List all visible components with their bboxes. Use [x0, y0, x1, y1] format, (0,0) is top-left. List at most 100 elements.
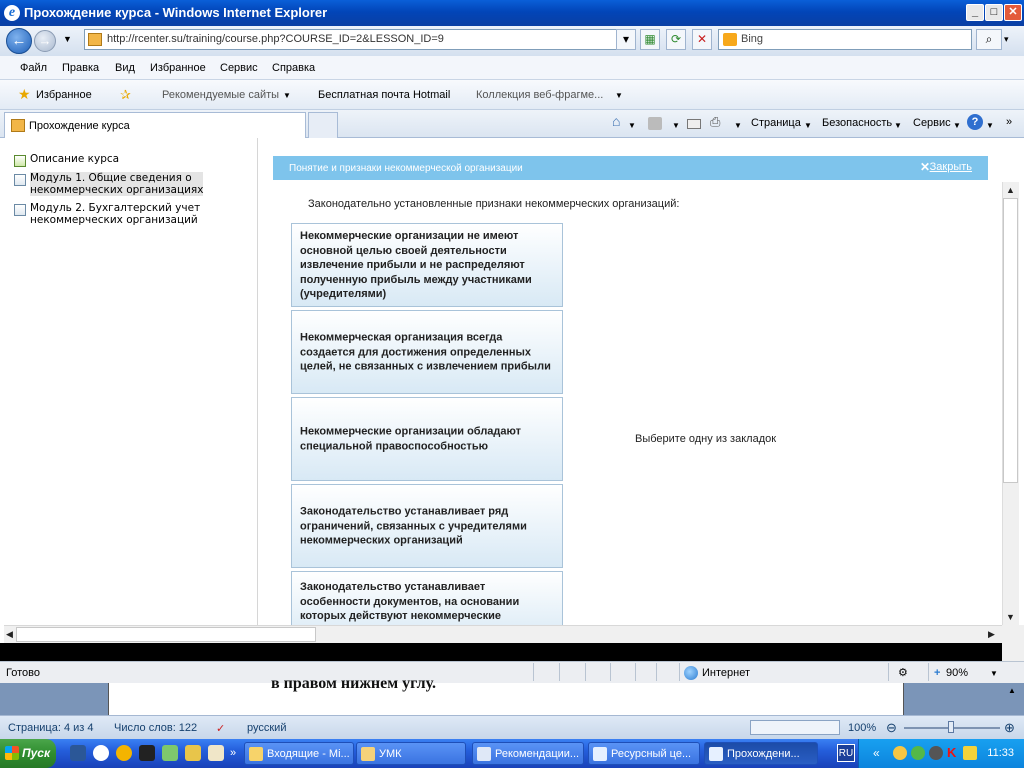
word-scroll-up-icon[interactable]: ▲: [1008, 686, 1016, 695]
address-bar[interactable]: http://rcenter.su/training/course.php?CO…: [84, 29, 634, 50]
search-field[interactable]: Bing: [718, 29, 972, 50]
menu-file[interactable]: Файл: [20, 62, 47, 74]
tray-app-icon[interactable]: [893, 746, 907, 760]
tab-course[interactable]: Прохождение курса: [4, 112, 306, 138]
menu-tools[interactable]: Сервис: [220, 62, 258, 74]
zoom-out-icon[interactable]: ⊖: [886, 720, 897, 736]
new-tab-button[interactable]: [308, 112, 338, 138]
word-page-count[interactable]: Страница: 4 из 4: [8, 722, 94, 734]
word-page: в правом нижнем углу.: [108, 675, 904, 715]
search-options-icon[interactable]: ▾: [1004, 34, 1009, 45]
tray-antivirus-icon[interactable]: K: [947, 745, 956, 760]
proofing-icon[interactable]: ✓: [216, 722, 225, 735]
word-count[interactable]: Число слов: 122: [114, 722, 197, 734]
quicklaunch-word-icon[interactable]: [70, 745, 86, 761]
horizontal-scroll-thumb[interactable]: [16, 627, 316, 642]
card-feature-2[interactable]: Некоммерческая организация всегда создае…: [291, 310, 563, 394]
word-language[interactable]: русский: [247, 722, 286, 734]
safety-dropdown-icon[interactable]: ▼: [894, 121, 902, 130]
tray-security-icon[interactable]: [911, 746, 925, 760]
close-lesson-link[interactable]: Закрыть: [930, 161, 972, 173]
mail-icon[interactable]: [687, 119, 701, 129]
protected-mode-icon[interactable]: ⚙: [898, 666, 908, 679]
card-feature-4[interactable]: Законодательство устанавливает ряд огран…: [291, 484, 563, 568]
close-window-button[interactable]: ✕: [1004, 4, 1022, 21]
add-favorite-icon[interactable]: ✰: [120, 87, 131, 103]
command-tools[interactable]: Сервис: [913, 117, 951, 129]
stop-icon[interactable]: ✕: [692, 29, 712, 50]
favorites-item-suggested[interactable]: Рекомендуемые сайты: [162, 89, 279, 101]
menu-favorites[interactable]: Избранное: [150, 62, 206, 74]
print-dropdown-icon[interactable]: ▼: [734, 121, 742, 130]
quicklaunch-ie-icon[interactable]: [93, 745, 109, 761]
zoom-dropdown-icon[interactable]: ▼: [990, 669, 998, 678]
task-word-doc[interactable]: Рекомендации...: [472, 742, 584, 765]
scroll-right-icon[interactable]: ▶: [988, 629, 995, 640]
security-zone: Интернет: [702, 667, 750, 679]
maximize-button[interactable]: □: [985, 4, 1003, 21]
menu-view[interactable]: Вид: [115, 62, 135, 74]
home-dropdown-icon[interactable]: ▼: [628, 121, 636, 130]
horizontal-scrollbar[interactable]: ◀ ▶: [4, 625, 1002, 643]
forward-button[interactable]: →: [34, 30, 56, 52]
recent-pages-icon[interactable]: ▼: [63, 34, 72, 44]
card-feature-1[interactable]: Некоммерческие организации не имеют осно…: [291, 223, 563, 307]
quicklaunch-desktop-icon[interactable]: [139, 745, 155, 761]
word-zoom-level[interactable]: 100%: [848, 722, 876, 734]
address-dropdown-icon[interactable]: ▾: [616, 29, 636, 50]
webslice-dropdown-icon[interactable]: ▼: [615, 91, 623, 100]
command-safety[interactable]: Безопасность: [822, 117, 892, 129]
start-button[interactable]: Пуск: [0, 739, 56, 768]
zoom-slider-thumb[interactable]: [948, 721, 954, 733]
quicklaunch-users-icon[interactable]: [185, 745, 201, 761]
zoom-icon[interactable]: +: [934, 667, 940, 679]
minimize-button[interactable]: _: [966, 4, 984, 21]
view-buttons[interactable]: [750, 720, 840, 735]
card-feature-3[interactable]: Некоммерческие организации обладают спец…: [291, 397, 563, 481]
close-icon[interactable]: ✕: [920, 160, 930, 174]
feeds-icon[interactable]: [648, 117, 662, 130]
quicklaunch-app-icon[interactable]: [162, 745, 178, 761]
task-folder[interactable]: УМК: [356, 742, 466, 765]
suggested-dropdown-icon[interactable]: ▼: [283, 91, 291, 100]
language-indicator[interactable]: RU: [837, 744, 855, 762]
tray-sync-icon[interactable]: [929, 746, 943, 760]
internet-zone-icon: [684, 666, 698, 680]
scroll-up-icon[interactable]: ▲: [1006, 185, 1015, 195]
command-page[interactable]: Страница: [751, 117, 801, 129]
toolbar-overflow-icon[interactable]: »: [1006, 116, 1012, 128]
tray-clock[interactable]: 11:33: [987, 747, 1014, 759]
folder-icon: [361, 747, 375, 761]
scroll-down-icon[interactable]: ▼: [1006, 612, 1015, 622]
quicklaunch-chrome-icon[interactable]: [116, 745, 132, 761]
favorites-item-hotmail[interactable]: Бесплатная почта Hotmail: [318, 89, 450, 101]
menu-help[interactable]: Справка: [272, 62, 315, 74]
task-course-active[interactable]: Прохождени...: [704, 742, 818, 765]
help-icon[interactable]: ?: [967, 114, 983, 130]
zoom-in-icon[interactable]: ⊕: [1004, 720, 1015, 736]
search-icon[interactable]: ⌕: [976, 29, 1002, 50]
tray-expand-icon[interactable]: «: [873, 746, 880, 760]
compatibility-icon[interactable]: ▦: [640, 29, 660, 50]
back-button[interactable]: ←: [6, 28, 32, 54]
refresh-icon[interactable]: ⟳: [666, 29, 686, 50]
ie-task-icon: [593, 747, 607, 761]
tray-network-icon[interactable]: [963, 746, 977, 760]
help-dropdown-icon[interactable]: ▼: [986, 121, 994, 130]
task-resource-center[interactable]: Ресурсный це...: [588, 742, 700, 765]
page-dropdown-icon[interactable]: ▼: [804, 121, 812, 130]
scroll-left-icon[interactable]: ◀: [6, 629, 13, 640]
home-icon[interactable]: ⌂: [612, 113, 620, 129]
status-separator: [585, 663, 586, 681]
print-icon[interactable]: ⎙: [710, 114, 720, 130]
vertical-scroll-thumb[interactable]: [1003, 198, 1018, 483]
task-inbox[interactable]: Входящие - Mi...: [244, 742, 354, 765]
favorites-button[interactable]: Избранное: [36, 89, 92, 101]
tools-dropdown-icon[interactable]: ▼: [953, 121, 961, 130]
menu-edit[interactable]: Правка: [62, 62, 99, 74]
quicklaunch-overflow-icon[interactable]: »: [230, 747, 236, 759]
quicklaunch-notes-icon[interactable]: [208, 745, 224, 761]
zoom-level[interactable]: 90%: [946, 667, 968, 679]
feeds-dropdown-icon[interactable]: ▼: [672, 121, 680, 130]
favorites-item-webslice[interactable]: Коллекция веб-фрагме...: [476, 89, 603, 101]
